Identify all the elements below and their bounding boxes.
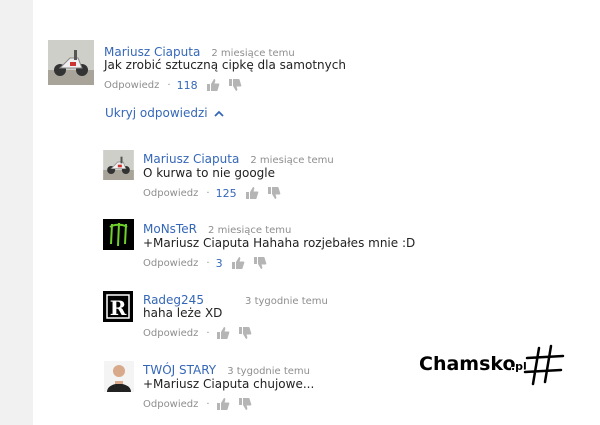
avatar-monster-logo[interactable] [103, 219, 134, 250]
reply-text: O kurwa to nie google [143, 166, 275, 180]
thumbs-down-icon[interactable] [238, 397, 252, 411]
separator-dot: · [206, 398, 210, 410]
reply-button[interactable]: Odpowiedz [104, 80, 159, 91]
chamsko-watermark: Chamsko .pl [417, 340, 567, 390]
reply-button[interactable]: Odpowiedz [143, 328, 198, 339]
reply-button[interactable]: Odpowiedz [143, 258, 198, 269]
like-count: 3 [215, 256, 223, 270]
hide-replies-toggle[interactable]: Ukryj odpowiedzi [105, 106, 224, 120]
thumbs-down-icon[interactable] [228, 78, 242, 92]
reply-author[interactable]: TWÓJ STARY [143, 363, 216, 377]
reply-button[interactable]: Odpowiedz [143, 399, 198, 410]
thumbs-up-icon[interactable] [206, 78, 220, 92]
reply-text: haha leże XD [143, 306, 223, 320]
reply-text: +Mariusz Ciaputa Hahaha rozjebałes mnie … [143, 236, 416, 250]
hide-replies-label: Ukryj odpowiedzi [105, 106, 208, 120]
thumbs-down-icon[interactable] [267, 186, 281, 200]
thumbs-up-icon[interactable] [245, 186, 259, 200]
thumbs-down-icon[interactable] [253, 256, 267, 270]
watermark-brand: Chamsko [419, 353, 516, 375]
reply-text: +Mariusz Ciaputa chujowe... [143, 377, 315, 391]
like-count: 118 [176, 78, 198, 92]
avatar-man[interactable] [104, 361, 134, 392]
reply-author[interactable]: MoNsTeR [143, 222, 197, 236]
svg-text:R: R [110, 296, 127, 320]
thumbs-up-icon[interactable] [231, 256, 245, 270]
thumbs-up-icon[interactable] [216, 397, 230, 411]
avatar-letter-r[interactable]: R [103, 291, 133, 322]
reply-time[interactable]: 2 miesiące temu [208, 225, 291, 236]
avatar-scooter[interactable] [48, 40, 94, 85]
like-count: 125 [215, 186, 237, 200]
thumbs-down-icon[interactable] [238, 326, 252, 340]
chamsko-logo: Chamsko .pl [418, 343, 566, 387]
separator-dot: · [206, 257, 210, 269]
reply-author[interactable]: Radeg245 [143, 293, 204, 307]
separator-dot: · [206, 187, 210, 199]
separator-dot: · [167, 79, 171, 91]
reply-author[interactable]: Mariusz Ciaputa [143, 152, 239, 166]
reply-button[interactable]: Odpowiedz [143, 188, 198, 199]
reply-time[interactable]: 3 tygodnie temu [245, 296, 328, 307]
chevron-up-icon [213, 110, 224, 117]
comment-author[interactable]: Mariusz Ciaputa [104, 45, 200, 59]
reply-time[interactable]: 3 tygodnie temu [227, 366, 310, 377]
separator-dot: · [206, 327, 210, 339]
thumbs-up-icon[interactable] [216, 326, 230, 340]
reply-time[interactable]: 2 miesiące temu [250, 155, 333, 166]
avatar-scooter[interactable] [103, 150, 134, 180]
comment-text: Jak zrobić sztuczną cipkę dla samotnych [104, 58, 346, 72]
